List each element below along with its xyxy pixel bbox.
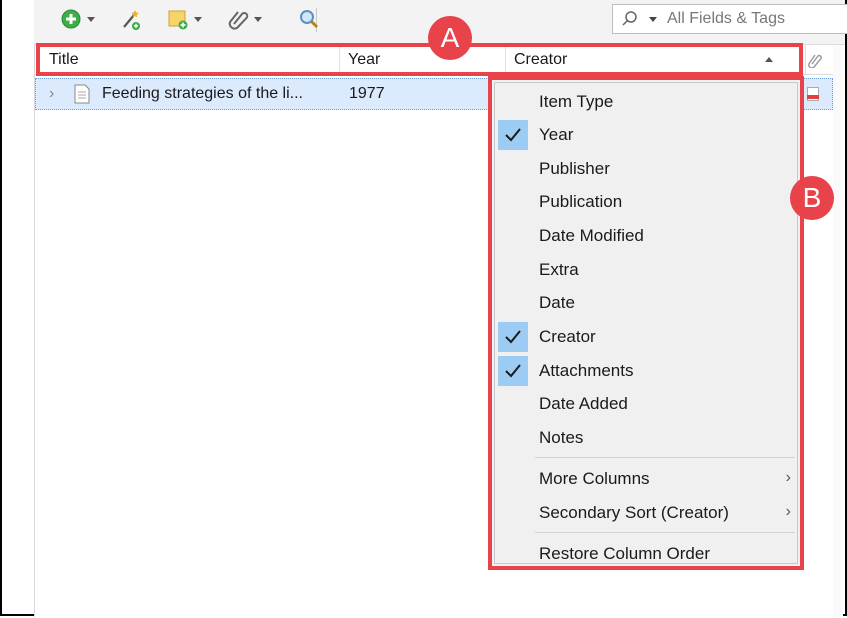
chevron-down-icon	[194, 16, 202, 22]
menu-item-date-modified[interactable]: Date Modified	[495, 220, 799, 252]
column-header-title[interactable]: Title	[41, 45, 340, 74]
menu-item-label: Notes	[539, 428, 584, 447]
menu-panel: Item Type Year Publisher Publication Dat…	[494, 82, 798, 564]
menu-item-label: Year	[539, 125, 574, 144]
menu-item-label: Publisher	[539, 159, 610, 178]
menu-item-label: Date	[539, 293, 575, 312]
menu-item-extra[interactable]: Extra	[495, 254, 799, 286]
menu-item-date[interactable]: Date	[495, 287, 799, 319]
chevron-down-icon	[254, 16, 262, 22]
new-item-button[interactable]	[60, 8, 95, 30]
document-icon	[74, 84, 90, 104]
menu-item-label: Publication	[539, 192, 623, 211]
menu-item-secondary-sort[interactable]: Secondary Sort (Creator) ›	[495, 497, 799, 529]
menu-item-label: Secondary Sort (Creator)	[539, 503, 729, 522]
chevron-right-icon: ›	[785, 503, 791, 520]
annotation-badge-a: A	[428, 16, 472, 60]
new-note-button[interactable]	[167, 8, 202, 30]
sort-ascending-icon	[765, 57, 773, 62]
menu-item-label: Creator	[539, 327, 596, 346]
magnifier-icon	[300, 10, 319, 29]
menu-item-creator[interactable]: Creator	[495, 321, 799, 353]
search-box[interactable]	[612, 4, 847, 34]
menu-item-year[interactable]: Year	[495, 119, 799, 151]
menu-item-label: Date Modified	[539, 226, 644, 245]
column-picker-menu: Item Type Year Publisher Publication Dat…	[488, 76, 804, 570]
add-attachment-button[interactable]	[227, 8, 262, 30]
add-by-identifier-button[interactable]	[120, 8, 142, 30]
row-title: Feeding strategies of the li...	[102, 85, 303, 102]
plus-circle-icon	[61, 9, 81, 29]
column-header-year[interactable]: Year	[340, 45, 506, 74]
menu-separator	[535, 532, 795, 533]
menu-separator	[535, 457, 795, 458]
annotation-badge-b: B	[790, 176, 834, 220]
paperclip-icon	[808, 54, 822, 69]
checkmark-icon	[498, 120, 528, 150]
menu-item-label: More Columns	[539, 469, 650, 488]
magic-wand-icon	[123, 10, 140, 30]
note-add-icon	[168, 10, 188, 30]
item-pane-edge	[833, 45, 843, 617]
column-header-creator[interactable]: Creator	[506, 45, 806, 74]
menu-item-label: Item Type	[539, 92, 614, 111]
expand-chevron-icon[interactable]: ›	[49, 85, 54, 103]
menu-item-notes[interactable]: Notes	[495, 422, 799, 454]
search-icon	[622, 11, 637, 26]
menu-item-date-added[interactable]: Date Added	[495, 388, 799, 420]
search-mode-chevron-icon[interactable]	[649, 16, 657, 22]
chevron-down-icon	[87, 16, 95, 22]
pdf-attachment-icon[interactable]	[807, 87, 819, 101]
menu-item-publication[interactable]: Publication	[495, 186, 799, 218]
menu-item-restore-column-order[interactable]: Restore Column Order	[495, 538, 799, 570]
menu-item-attachments[interactable]: Attachments	[495, 355, 799, 387]
attachments-column-header[interactable]	[808, 52, 822, 71]
advanced-search-button[interactable]	[298, 8, 320, 30]
checkmark-icon	[498, 322, 528, 352]
menu-item-label: Date Added	[539, 394, 628, 413]
menu-item-label: Restore Column Order	[539, 544, 711, 563]
menu-item-label: Attachments	[539, 361, 634, 380]
chevron-right-icon: ›	[785, 469, 791, 486]
menu-item-label: Extra	[539, 260, 579, 279]
menu-item-more-columns[interactable]: More Columns ›	[495, 463, 799, 495]
menu-item-item-type[interactable]: Item Type	[495, 86, 799, 118]
row-year: 1977	[349, 85, 385, 102]
paperclip-icon	[228, 11, 249, 30]
menu-item-publisher[interactable]: Publisher	[495, 153, 799, 185]
search-input[interactable]	[665, 9, 847, 29]
checkmark-icon	[498, 356, 528, 386]
